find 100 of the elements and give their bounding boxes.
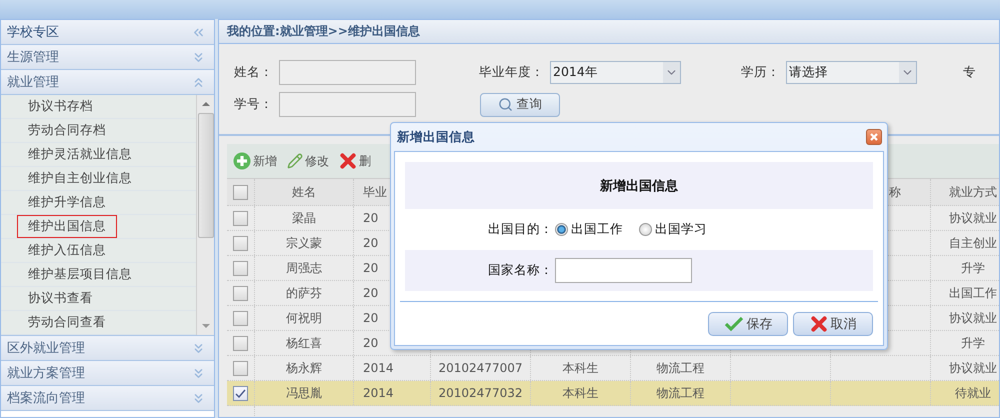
table-cell: 协议就业 (949, 310, 997, 326)
down-arrow-icon (202, 324, 210, 328)
table-cell: 协议就业 (949, 360, 997, 376)
radio-label: 出国工作 (571, 221, 623, 238)
column-header[interactable]: 毕业 (363, 184, 387, 200)
search-icon (498, 97, 512, 112)
check-icon (724, 316, 744, 332)
accordion-header[interactable]: 区外就业管理 (1, 336, 214, 361)
field-label: 学历： (741, 64, 780, 81)
radio-option[interactable]: 出国学习 (639, 221, 707, 238)
table-cell: 周强志 (286, 260, 322, 276)
field-label: 姓名： (234, 64, 273, 81)
table-cell: 宗义蒙 (286, 234, 322, 252)
select-field[interactable]: 请选择 (786, 61, 917, 84)
field-label: 专 (963, 64, 977, 81)
column-header[interactable]: 姓名 (292, 184, 316, 200)
table-cell: 梁晶 (292, 210, 316, 226)
menu-item[interactable]: 维护基层项目信息 (17, 263, 143, 286)
table-cell: 20102477032 (438, 386, 522, 400)
field-label: 学号： (234, 96, 273, 113)
radio-option[interactable]: 出国工作 (555, 221, 623, 238)
cancel-button[interactable]: 取消 (793, 312, 873, 336)
table-row[interactable]: 杨永辉 2014 20102477007 本科生 物流工程 协议就业 (227, 356, 999, 381)
table-cell: 20 (363, 211, 378, 225)
menu-item[interactable]: 维护入伍信息 (17, 239, 117, 262)
plus-icon (233, 152, 251, 170)
table-cell: 2014 (363, 361, 394, 375)
radio-button[interactable] (555, 223, 568, 236)
toolbar-button[interactable]: 新增 (233, 152, 277, 170)
menu-item[interactable]: 协议书存档 (17, 95, 104, 118)
input-field[interactable] (555, 258, 692, 283)
checkbox[interactable] (233, 286, 248, 300)
up-arrow-icon (202, 102, 210, 106)
menu-item[interactable]: 劳动合同查看 (17, 311, 117, 334)
table-cell: 20 (363, 311, 378, 325)
close-icon (869, 132, 879, 142)
table-cell: 自主创业 (949, 234, 997, 252)
toolbar-button[interactable]: 修改 (287, 152, 329, 170)
table-cell: 出国工作 (949, 284, 997, 302)
menu-item[interactable]: 维护灵活就业信息 (17, 143, 143, 166)
table-row[interactable]: 冯思胤 2014 20102477032 本科生 物流工程 待就业 (227, 381, 999, 406)
select-field[interactable]: 2014年 (550, 61, 681, 84)
accordion-header[interactable]: 就业方案管理 (1, 361, 214, 386)
table-cell: 20 (363, 286, 378, 300)
breadcrumb: 我的位置:就业管理>>维护出国信息 (219, 20, 999, 44)
sidebar-title: 学校专区 (7, 24, 59, 41)
table-cell: 的萨芬 (286, 284, 322, 302)
accordion-header[interactable]: 就业管理 (1, 70, 214, 95)
table-cell: 何祝明 (286, 310, 322, 326)
checkbox[interactable] (233, 386, 248, 400)
table-cell: 物流工程 (656, 384, 704, 402)
field-label: 出国目的： (487, 221, 554, 238)
table-cell: 本科生 (562, 384, 598, 402)
radio-button[interactable] (639, 223, 652, 236)
pencil-icon (287, 153, 303, 169)
checkbox[interactable] (233, 184, 248, 200)
menu-item[interactable]: 维护出国信息 (17, 215, 117, 238)
table-cell: 物流工程 (656, 360, 704, 376)
field-label: 国家名称： (487, 262, 554, 279)
delete-icon (339, 152, 357, 170)
cancel-icon (810, 314, 828, 332)
input-field[interactable] (279, 60, 416, 85)
menu-item[interactable]: 劳动合同存档 (17, 119, 117, 142)
toolbar-button[interactable]: 删 (339, 152, 371, 170)
checkbox[interactable] (233, 236, 248, 250)
table-cell: 冯思胤 (286, 384, 322, 402)
accordion-header[interactable]: 档案流向管理 (1, 386, 214, 411)
menu-item[interactable]: 维护自主创业信息 (17, 167, 143, 190)
table-cell: 杨红喜 (286, 334, 322, 352)
checkbox[interactable] (233, 336, 248, 350)
table-cell: 升学 (961, 334, 985, 352)
scrollbar[interactable] (196, 95, 214, 335)
checkbox[interactable] (233, 360, 248, 376)
menu-item[interactable]: 协议书查看 (17, 287, 104, 310)
dialog-title: 新增出国信息 (397, 128, 475, 146)
table-cell: 2014 (363, 386, 394, 400)
table-cell: 20 (363, 336, 378, 350)
form-heading: 新增出国信息 (599, 178, 679, 194)
input-field[interactable] (279, 92, 416, 117)
save-button[interactable]: 保存 (708, 312, 788, 336)
checkbox[interactable] (233, 260, 248, 276)
check-icon (235, 388, 246, 398)
checkbox[interactable] (233, 210, 248, 226)
table-cell: 协议就业 (949, 210, 997, 226)
table-cell: 20 (363, 236, 378, 250)
table-cell: 本科生 (562, 360, 598, 376)
table-cell: 20102477007 (438, 361, 522, 375)
field-label: 毕业年度： (479, 64, 544, 81)
close-button[interactable] (866, 129, 882, 145)
radio-label: 出国学习 (655, 221, 707, 238)
menu-item[interactable]: 维护升学信息 (17, 191, 117, 214)
column-header[interactable]: 就业方式 (949, 184, 997, 200)
column-header[interactable]: 称 (889, 184, 901, 200)
search-button[interactable]: 查询 (480, 92, 560, 116)
table-cell: 20 (363, 261, 378, 275)
table-cell: 升学 (961, 260, 985, 276)
accordion-header[interactable]: 生源管理 (1, 45, 214, 70)
table-cell: 待就业 (955, 384, 991, 402)
table-cell: 杨永辉 (286, 360, 322, 376)
checkbox[interactable] (233, 310, 248, 326)
